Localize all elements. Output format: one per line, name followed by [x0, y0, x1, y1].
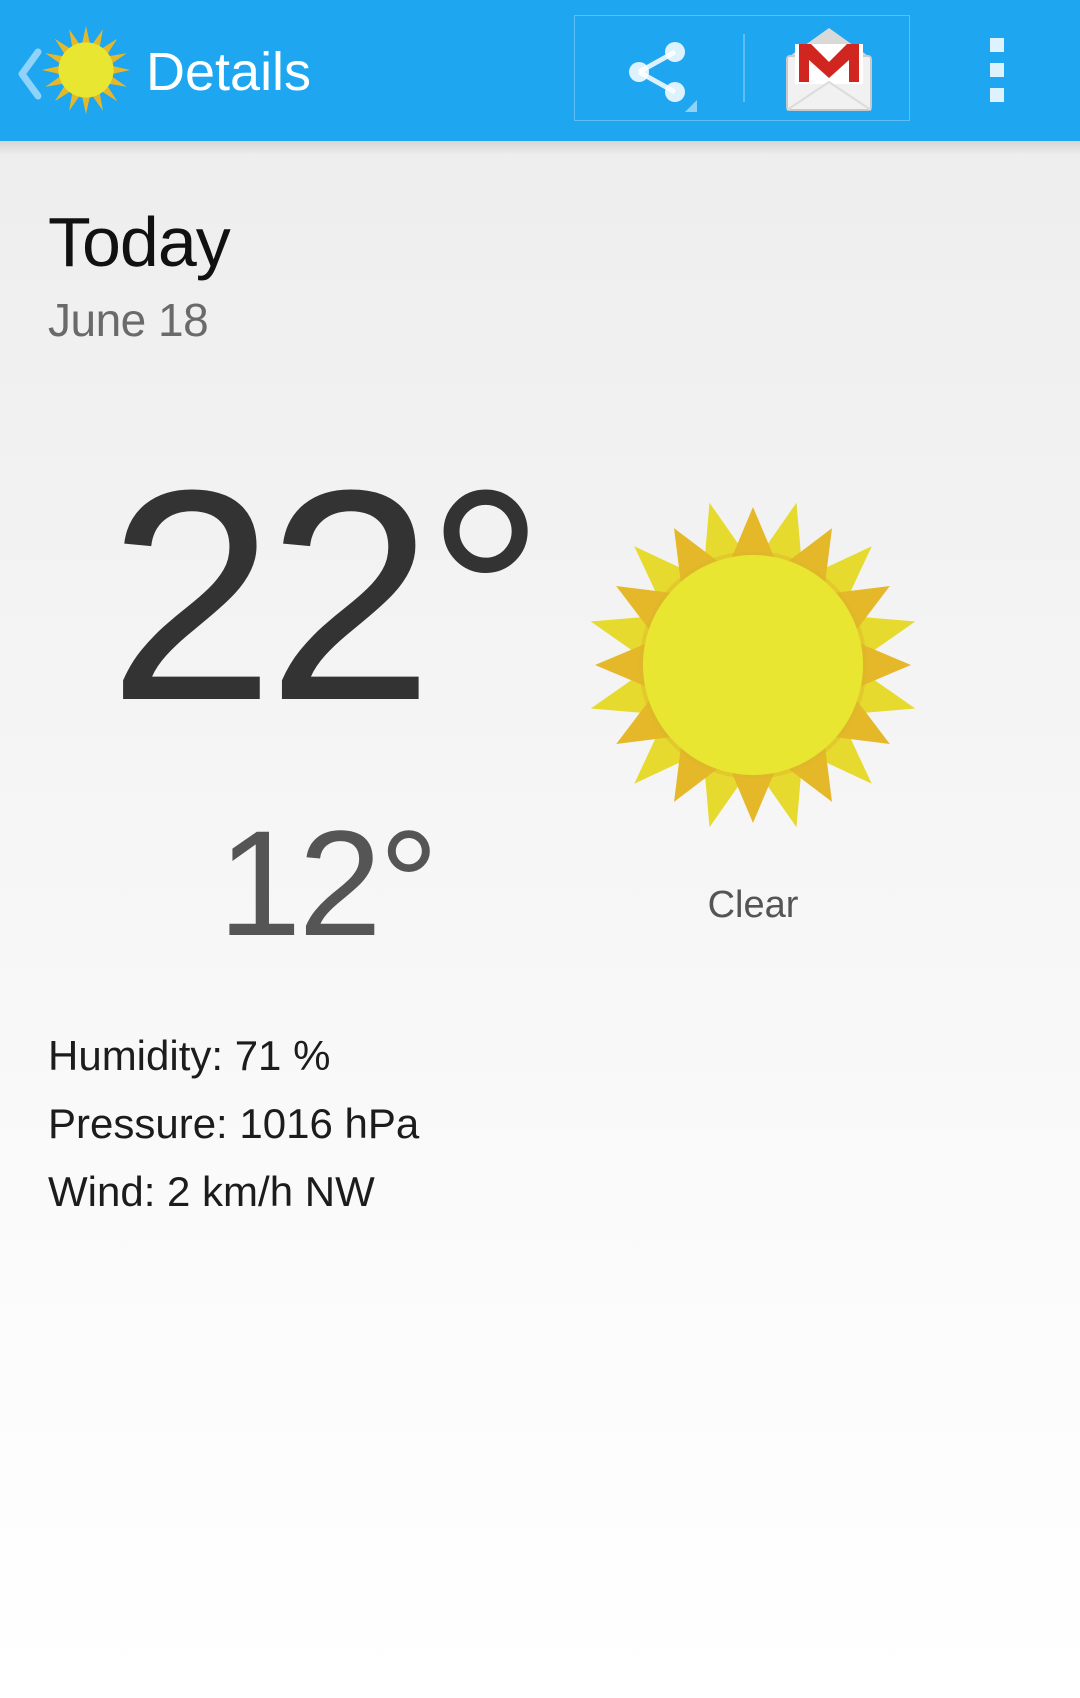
action-bar-title: Details [146, 42, 312, 102]
wind: Wind: 2 km/h NW [48, 1168, 375, 1215]
humidity: Humidity: 71 % [48, 1032, 331, 1079]
low-temperature: 12° [218, 799, 439, 967]
share-button[interactable] [575, 16, 743, 120]
date: June 18 [48, 294, 209, 346]
high-temperature: 22° [108, 427, 546, 763]
overflow-menu-button[interactable] [960, 20, 1034, 120]
clear-sun-icon [590, 502, 916, 828]
overflow-menu-icon [990, 63, 1004, 77]
action-buttons-group [574, 15, 910, 121]
share-icon [629, 42, 697, 112]
up-navigation-button[interactable]: Details [6, 14, 316, 128]
sun-icon [41, 25, 131, 115]
pressure: Pressure: 1016 hPa [48, 1100, 420, 1147]
overflow-menu-icon [990, 88, 1004, 102]
weather-condition: Clear [707, 884, 799, 926]
day-name: Today [48, 203, 231, 281]
action-bar-shadow [0, 141, 1080, 155]
action-bar: Details [0, 0, 1080, 141]
gmail-share-button[interactable] [745, 16, 909, 120]
gmail-icon [786, 28, 872, 111]
overflow-menu-icon [990, 38, 1004, 52]
